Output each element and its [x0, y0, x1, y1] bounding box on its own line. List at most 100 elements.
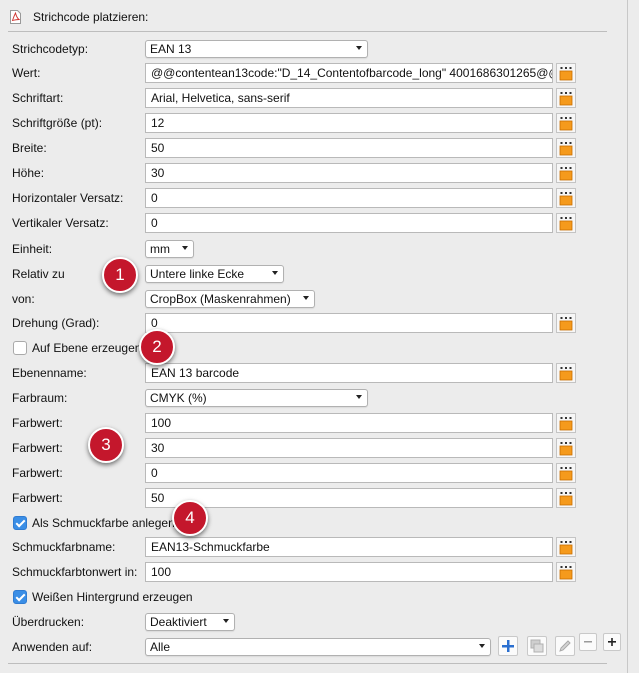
row-relative-to: Relativ zu Untere linke Ecke	[0, 262, 627, 286]
font-input[interactable]: Arial, Helvetica, sans-serif	[145, 88, 553, 108]
row-unit: Einheit: mm	[0, 237, 627, 261]
variable-picker-icon[interactable]	[556, 163, 576, 183]
row-white-bg: Weißen Hintergrund erzeugen	[0, 585, 627, 609]
plus-icon[interactable]	[603, 633, 621, 651]
overprint-select[interactable]: Deaktiviert	[145, 613, 235, 631]
height-label: Höhe:	[12, 166, 45, 180]
variable-picker-icon[interactable]	[556, 363, 576, 383]
variable-picker-icon[interactable]	[556, 562, 576, 582]
panel-title: Strichcode platzieren:	[33, 10, 149, 24]
h-offset-input[interactable]: 0	[145, 188, 553, 208]
variable-picker-icon[interactable]	[556, 213, 576, 233]
footer-divider	[8, 663, 607, 664]
minus-icon[interactable]	[579, 633, 597, 651]
variable-picker-icon[interactable]	[556, 463, 576, 483]
variable-picker-icon[interactable]	[556, 413, 576, 433]
font-size-input[interactable]: 12	[145, 113, 553, 133]
panel: Strichcode platzieren: Strichcodetyp: EA…	[0, 0, 628, 673]
unit-label: Einheit:	[12, 242, 53, 256]
of-select[interactable]: CropBox (Maskenrahmen)	[145, 290, 315, 308]
annotation-badge-3: 3	[88, 427, 124, 463]
chevron-down-icon	[223, 619, 229, 623]
row-value: Wert: @@contentean13code:"D_14_Contentof…	[0, 61, 627, 85]
variable-picker-icon[interactable]	[556, 88, 576, 108]
row-create-on-layer: Auf Ebene erzeugen	[0, 336, 627, 360]
plus-blue-icon[interactable]	[498, 636, 518, 656]
v-offset-input[interactable]: 0	[145, 213, 553, 233]
chevron-down-icon	[356, 395, 362, 399]
font-size-label: Schriftgröße (pt):	[12, 116, 103, 130]
relative-to-label: Relativ zu	[12, 267, 65, 281]
color-value-label: Farbwert:	[12, 416, 63, 430]
pdf-icon	[10, 10, 21, 24]
value-input[interactable]: @@contentean13code:"D_14_Contentofbarcod…	[145, 63, 553, 83]
unit-select[interactable]: mm	[145, 240, 194, 258]
chevron-down-icon	[272, 271, 278, 275]
spot-tint-input[interactable]: 100	[145, 562, 553, 582]
spot-color-label: Als Schmuckfarbe anlegen	[32, 516, 175, 530]
white-bg-checkbox[interactable]	[13, 590, 27, 604]
color-value-input[interactable]: 100	[145, 413, 553, 433]
barcode-type-label: Strichcodetyp:	[12, 42, 89, 56]
row-color-value-4: Farbwert: 50	[0, 486, 627, 510]
layer-name-label: Ebenenname:	[12, 366, 87, 380]
create-on-layer-checkbox[interactable]	[13, 341, 27, 355]
chevron-down-icon	[303, 296, 309, 300]
apply-to-select[interactable]: Alle	[145, 638, 491, 656]
panel-header: Strichcode platzieren:	[10, 8, 148, 26]
v-offset-label: Vertikaler Versatz:	[12, 216, 109, 230]
layer-name-input[interactable]: EAN 13 barcode	[145, 363, 553, 383]
width-input[interactable]: 50	[145, 138, 553, 158]
color-value-input[interactable]: 0	[145, 463, 553, 483]
height-input[interactable]: 30	[145, 163, 553, 183]
color-value-label: Farbwert:	[12, 491, 63, 505]
variable-picker-icon[interactable]	[556, 537, 576, 557]
spot-color-checkbox[interactable]	[13, 516, 27, 530]
overprint-label: Überdrucken:	[12, 615, 85, 629]
variable-picker-icon[interactable]	[556, 488, 576, 508]
row-color-value-3: Farbwert: 0	[0, 461, 627, 485]
rotation-label: Drehung (Grad):	[12, 316, 100, 330]
relative-to-select[interactable]: Untere linke Ecke	[145, 265, 284, 283]
color-space-label: Farbraum:	[12, 391, 68, 405]
pencil-icon[interactable]	[555, 636, 575, 656]
white-bg-label: Weißen Hintergrund erzeugen	[32, 590, 193, 604]
color-value-label: Farbwert:	[12, 441, 63, 455]
value-label: Wert:	[12, 66, 41, 80]
variable-picker-icon[interactable]	[556, 113, 576, 133]
header-divider	[8, 31, 607, 32]
row-font-size: Schriftgröße (pt): 12	[0, 111, 627, 135]
spot-name-label: Schmuckfarbname:	[12, 540, 116, 554]
rotation-input[interactable]: 0	[145, 313, 553, 333]
row-height: Höhe: 30	[0, 161, 627, 185]
variable-picker-icon[interactable]	[556, 63, 576, 83]
color-value-label: Farbwert:	[12, 466, 63, 480]
row-width: Breite: 50	[0, 136, 627, 160]
font-label: Schriftart:	[12, 91, 64, 105]
variable-picker-icon[interactable]	[556, 188, 576, 208]
create-on-layer-label: Auf Ebene erzeugen	[32, 341, 142, 355]
of-label: von:	[12, 292, 35, 306]
variable-picker-icon[interactable]	[556, 438, 576, 458]
annotation-badge-4: 4	[172, 500, 208, 536]
row-v-offset: Vertikaler Versatz: 0	[0, 211, 627, 235]
h-offset-label: Horizontaler Versatz:	[12, 191, 124, 205]
chevron-down-icon	[356, 46, 362, 50]
spot-name-input[interactable]: EAN13-Schmuckfarbe	[145, 537, 553, 557]
duplicate-icon[interactable]	[527, 636, 547, 656]
row-color-space: Farbraum: CMYK (%)	[0, 386, 627, 410]
row-spot-name: Schmuckfarbname: EAN13-Schmuckfarbe	[0, 535, 627, 559]
barcode-type-select[interactable]: EAN 13	[145, 40, 368, 58]
row-barcode-type: Strichcodetyp: EAN 13	[0, 37, 627, 61]
row-h-offset: Horizontaler Versatz: 0	[0, 186, 627, 210]
variable-picker-icon[interactable]	[556, 138, 576, 158]
row-of: von: CropBox (Maskenrahmen)	[0, 287, 627, 311]
row-spot-tint: Schmuckfarbtonwert in: 100	[0, 560, 627, 584]
row-spot-color: Als Schmuckfarbe anlegen	[0, 511, 627, 535]
variable-picker-icon[interactable]	[556, 313, 576, 333]
color-space-select[interactable]: CMYK (%)	[145, 389, 368, 407]
annotation-badge-2: 2	[139, 329, 175, 365]
chevron-down-icon	[479, 644, 485, 648]
color-value-input[interactable]: 30	[145, 438, 553, 458]
color-value-input[interactable]: 50	[145, 488, 553, 508]
